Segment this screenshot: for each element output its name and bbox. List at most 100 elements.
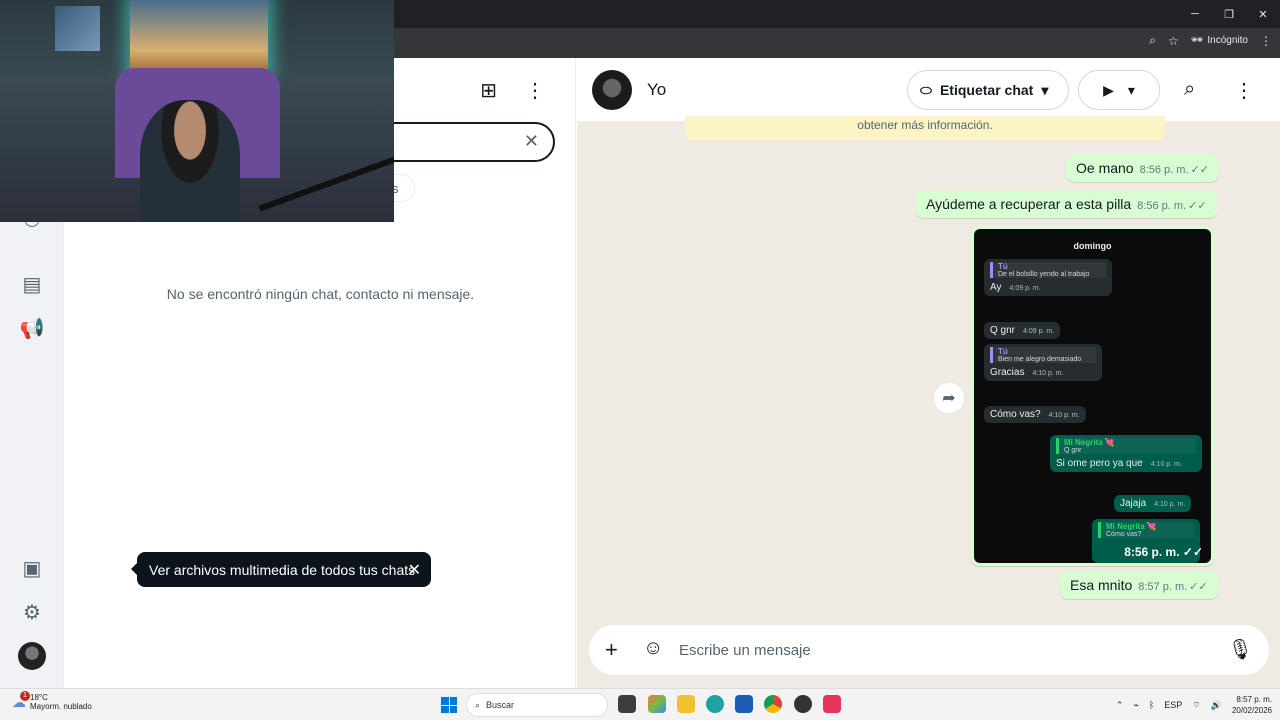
language-indicator[interactable]: ESP	[1164, 700, 1182, 710]
microphone-icon[interactable]: 🎙	[1228, 637, 1253, 662]
message-time: 8:56 p. m. ✓✓	[1137, 200, 1207, 212]
clear-search-icon[interactable]: ✕	[524, 131, 539, 152]
restore-button[interactable]: ❐	[1212, 0, 1246, 28]
menu-icon[interactable]: ⋮	[525, 78, 545, 103]
contact-avatar[interactable]	[592, 70, 632, 110]
message-text: Oe mano	[1076, 160, 1134, 176]
zoom-icon[interactable]: ⌕	[1149, 33, 1156, 48]
message-time: 8:57 p. m. ✓✓	[1138, 581, 1208, 593]
webcam-overlay	[0, 0, 394, 222]
chrome-icon[interactable]	[764, 695, 782, 713]
clock-time: 8:57 p. m.	[1236, 695, 1272, 704]
store-icon[interactable]: ▤	[20, 272, 44, 296]
file-explorer-icon[interactable]	[677, 695, 695, 713]
screenshot-bubble: Tú Bien me alegro demasiado Gracias 4:10 p…	[984, 344, 1102, 381]
screenshot-bubble: Jajaja 4:10 p. m.	[1114, 495, 1192, 512]
copilot-icon[interactable]	[648, 695, 666, 713]
label-icon: ⬭	[920, 81, 932, 98]
volume-icon[interactable]: 🔊	[1211, 700, 1222, 711]
minimize-button[interactable]: ─	[1178, 0, 1212, 28]
image-message[interactable]: domingo Tú De el bolsillo yendo al trabaj…	[971, 226, 1214, 566]
channels-icon[interactable]: 📢	[20, 316, 45, 340]
settings-icon[interactable]: ⚙	[20, 600, 44, 624]
profile-avatar[interactable]	[18, 642, 46, 670]
screenshot-day-label: domingo	[1073, 241, 1112, 251]
chat-list-actions: ⊞ ⋮	[480, 78, 545, 103]
cloud-icon: ☁ 1	[12, 690, 30, 711]
clock-date: 20/02/2026	[1231, 706, 1272, 715]
incognito-icon: 🕶	[1190, 35, 1204, 46]
screenshot-bubble: Mi Negrita 💘 Q gnr Si ome pero ya que 4:10…	[1050, 435, 1202, 472]
chevron-down-icon: ▾	[1127, 81, 1135, 98]
quoted-message: Tú De el bolsillo yendo al trabajo	[990, 262, 1106, 278]
message-bubble[interactable]: Oe mano 8:56 p. m. ✓✓	[1066, 154, 1219, 182]
store-app-icon[interactable]	[735, 695, 753, 713]
wall-tv	[130, 0, 268, 72]
taskbar-search-label: Buscar	[486, 700, 515, 710]
contact-name[interactable]: Yo	[647, 80, 666, 100]
quoted-message: Tú Bien me alegro demasiado	[990, 347, 1096, 363]
double-check-icon: ✓✓	[1182, 545, 1203, 559]
screenshot-bubble: Cómo vas? 4:10 p. m.	[984, 406, 1086, 423]
start-button[interactable]	[441, 697, 457, 713]
search-icon: ⌕	[475, 699, 481, 710]
toolbar-actions: ⌕ ☆ 🕶 Incógnito ⋮	[1149, 33, 1272, 48]
screenshot-bubble: Tú De el bolsillo yendo al trabajo Ay 4:09…	[984, 259, 1112, 296]
notification-badge: 1	[20, 690, 30, 701]
message-input[interactable]	[679, 637, 1199, 663]
chevron-down-icon: ▾	[1041, 81, 1049, 98]
message-bubble[interactable]: Esa mnito 8:57 p. m. ✓✓	[1060, 571, 1218, 599]
tooltip-text: Ver archivos multimedia de todos tus cha…	[149, 561, 416, 578]
message-time: 8:56 p. m. ✓✓	[1139, 164, 1209, 176]
edge-icon[interactable]	[706, 695, 724, 713]
chat-header: Yo ⬭ Etiquetar chat ▾ ▶ ▾ ⌕ ⋮	[577, 58, 1280, 122]
image-message-time: 8:56 p. m. ✓✓	[1124, 545, 1203, 559]
encryption-banner: obtener más información.	[685, 116, 1165, 140]
close-window-button[interactable]: ✕	[1246, 0, 1280, 28]
attach-plus-icon[interactable]: +	[605, 637, 618, 663]
taskbar-search[interactable]: ⌕ Buscar	[466, 693, 608, 717]
double-check-icon: ✓✓	[1190, 164, 1209, 176]
incognito-indicator[interactable]: 🕶 Incógnito	[1191, 35, 1248, 46]
chevron-up-icon[interactable]: ⌃	[1116, 700, 1124, 711]
browser-menu-icon[interactable]: ⋮	[1260, 34, 1272, 48]
screenshot-image[interactable]: domingo Tú De el bolsillo yendo al trabaj…	[974, 229, 1211, 563]
double-check-icon: ✓✓	[1188, 200, 1207, 212]
incognito-label: Incógnito	[1207, 35, 1248, 46]
media-tooltip: Ver archivos multimedia de todos tus cha…	[131, 552, 431, 587]
video-call-button[interactable]: ▶ ▾	[1078, 70, 1160, 110]
search-icon[interactable]: ⌕	[1184, 78, 1195, 101]
chat-menu-icon[interactable]: ⋮	[1234, 78, 1254, 103]
windows-taskbar: ☁ 1 18°C Mayorm. nublado ⌕ Buscar ⌃ ⌁ ᛒ ES…	[0, 688, 1280, 720]
bluetooth-icon[interactable]: ᛒ	[1149, 700, 1154, 710]
weather-widget[interactable]: ☁ 1 18°C Mayorm. nublado	[12, 690, 92, 711]
clock[interactable]: 8:57 p. m. 20/02/2026	[1232, 694, 1272, 716]
temperature: 18°C	[30, 693, 48, 702]
weather-condition: Mayorm. nublado	[30, 702, 92, 711]
media-icon[interactable]: ▣	[20, 556, 44, 580]
forward-icon[interactable]: ➦	[934, 383, 964, 413]
obs-icon[interactable]	[794, 695, 812, 713]
message-text: Esa mnito	[1070, 577, 1133, 593]
new-chat-icon[interactable]: ⊞	[480, 78, 497, 103]
screenshot-bubble: Q gnr 4:09 p. m.	[984, 322, 1061, 339]
network-icon[interactable]: ⌁	[1133, 700, 1138, 711]
quoted-message: Mi Negrita 💘 Q gnr	[1056, 438, 1196, 454]
wifi-icon[interactable]: ⌔	[1192, 700, 1200, 711]
no-results-message: No se encontró ningún chat, contacto ni …	[166, 286, 475, 302]
message-text: Ayúdeme a recuperar a esta pilla	[926, 196, 1132, 212]
double-check-icon: ✓✓	[1189, 581, 1208, 593]
tag-chat-button[interactable]: ⬭ Etiquetar chat ▾	[907, 70, 1069, 110]
tag-chat-label: Etiquetar chat	[939, 82, 1034, 98]
window-controls: ─ ❐ ✕	[1178, 0, 1280, 28]
message-bubble[interactable]: Ayúdeme a recuperar a esta pilla 8:56 p.…	[916, 190, 1217, 218]
system-tray: ⌃ ⌁ ᛒ ESP ⌔ 🔊 8:57 p. m. 20/02/2026	[1116, 694, 1272, 716]
close-tooltip-icon[interactable]: ✕	[408, 560, 421, 580]
quoted-message: Mi Negrita 💘 Cómo vas?	[1098, 522, 1194, 538]
wall-art	[55, 6, 100, 51]
conversation-pane: Yo ⬭ Etiquetar chat ▾ ▶ ▾ ⌕ ⋮ obtener má…	[577, 58, 1280, 688]
task-view-icon[interactable]	[618, 695, 636, 713]
bookmark-star-icon[interactable]: ☆	[1168, 34, 1179, 48]
tiktok-icon[interactable]	[823, 695, 841, 713]
sticker-emoji-icon[interactable]: ☺	[643, 637, 663, 660]
